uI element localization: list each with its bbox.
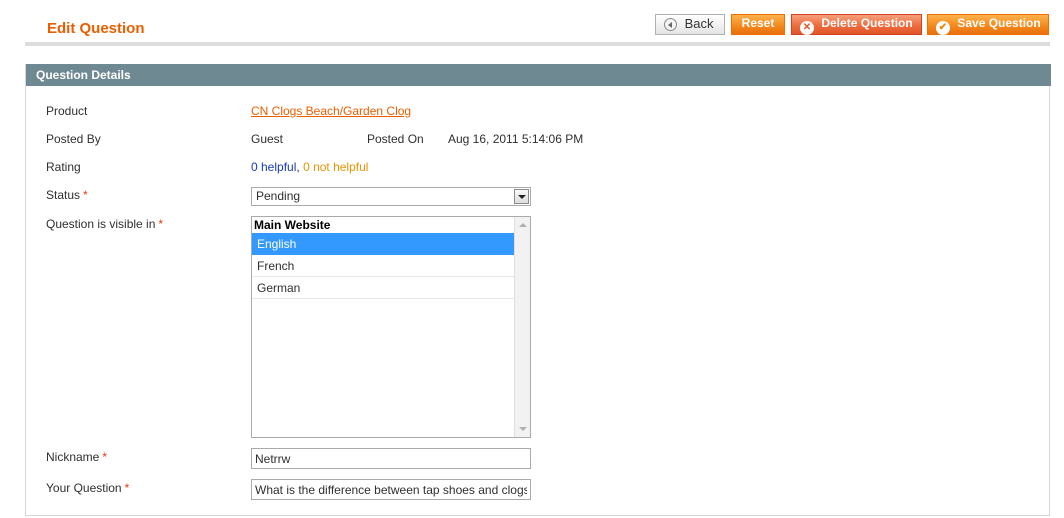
delete-question-button[interactable]: ✕ Delete Question: [791, 14, 922, 35]
multiselect-scrollbar[interactable]: [514, 217, 530, 437]
store-view-multiselect[interactable]: Main Website English French German: [251, 216, 531, 438]
section-title: Question Details: [26, 64, 1051, 86]
question-label-text: Your Question: [46, 481, 122, 495]
back-arrow-icon: [664, 18, 677, 31]
question-details-fieldset: Question Details Product CN Clogs Beach/…: [25, 64, 1051, 516]
save-question-button[interactable]: ✔ Save Question: [927, 14, 1049, 35]
nickname-input[interactable]: [251, 448, 531, 469]
back-button[interactable]: Back: [655, 14, 725, 35]
status-label: Status *: [46, 188, 88, 202]
rating-separator: ,: [296, 160, 300, 174]
reset-button-label: Reset: [741, 16, 775, 30]
nickname-label: Nickname *: [46, 450, 107, 464]
visible-in-label-text: Question is visible in: [46, 217, 156, 231]
product-link[interactable]: CN Clogs Beach/Garden Clog: [251, 104, 411, 118]
required-marker: *: [102, 450, 108, 464]
page-title: Edit Question: [47, 20, 145, 37]
required-marker: *: [83, 188, 88, 202]
posted-on-label: Posted On: [367, 132, 424, 146]
reset-button[interactable]: Reset: [731, 14, 785, 35]
checkmark-icon: ✔: [936, 21, 950, 35]
scroll-down-icon[interactable]: [519, 427, 527, 431]
status-selected-value: Pending: [256, 189, 301, 203]
posted-by-label: Posted By: [46, 132, 101, 146]
store-option-english[interactable]: English: [252, 233, 514, 255]
status-select[interactable]: Pending: [251, 187, 531, 206]
rating-value: 0 helpful, 0 not helpful: [251, 160, 368, 174]
nickname-label-text: Nickname: [46, 450, 100, 464]
back-button-label: Back: [684, 16, 714, 31]
not-helpful-count: 0 not helpful: [303, 160, 369, 174]
question-label: Your Question *: [46, 481, 129, 495]
delete-button-label: Delete Question: [821, 16, 913, 30]
delete-icon: ✕: [800, 21, 814, 35]
status-label-text: Status: [46, 188, 81, 202]
store-option-german[interactable]: German: [252, 277, 514, 299]
store-option-french[interactable]: French: [252, 255, 514, 277]
posted-on-value: Aug 16, 2011 5:14:06 PM: [448, 132, 584, 146]
save-button-label: Save Question: [957, 16, 1041, 30]
visible-in-label: Question is visible in *: [46, 217, 163, 231]
product-label: Product: [46, 104, 88, 118]
question-input[interactable]: [251, 479, 531, 500]
rating-label: Rating: [46, 160, 81, 174]
posted-by-value: Guest: [251, 132, 284, 146]
scroll-up-icon[interactable]: [519, 223, 527, 227]
page-header: Edit Question Back Reset ✕ Delete Questi…: [25, 8, 1050, 46]
required-marker: *: [158, 217, 164, 231]
chevron-down-icon[interactable]: [514, 189, 529, 204]
store-group-label: Main Website: [254, 218, 331, 232]
helpful-count: 0 helpful: [251, 160, 297, 174]
required-marker: *: [124, 481, 130, 495]
